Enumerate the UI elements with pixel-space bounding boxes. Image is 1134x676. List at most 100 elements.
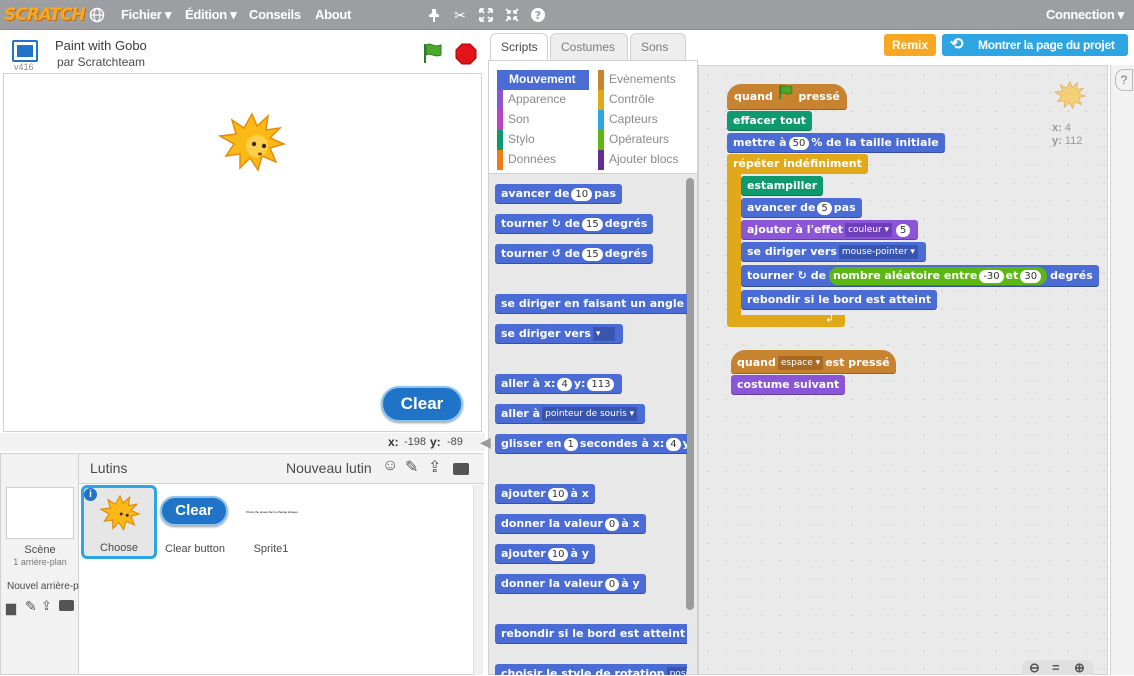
block-move-5[interactable]: avancer de 5 pas: [741, 198, 862, 218]
block-rotation-style[interactable]: choisir le style de rotationposition: [495, 664, 687, 675]
editor-tabs: Scripts Costumes Sons: [488, 33, 688, 61]
tab-sounds[interactable]: Sons: [630, 33, 686, 61]
camera-sprite-icon[interactable]: [453, 463, 469, 475]
block-point-direction[interactable]: se diriger en faisant un angle de: [495, 294, 687, 314]
grow-icon[interactable]: [478, 7, 494, 23]
random-number-reporter[interactable]: nombre aléatoire entre -30 et 30: [829, 267, 1048, 285]
block-glide[interactable]: glisser en1secondes à x:4y:: [495, 434, 687, 454]
tips-icon[interactable]: ?: [1115, 69, 1133, 91]
zoom-reset-icon[interactable]: =: [1052, 660, 1060, 675]
menu-tips[interactable]: Conseils: [249, 0, 301, 30]
sprite-name-clear-button[interactable]: Clear button: [157, 543, 233, 555]
category-events[interactable]: Evènements: [598, 70, 693, 90]
palette-scrollbar[interactable]: [686, 178, 694, 610]
hat-when-flag-clicked[interactable]: quand pressé: [727, 84, 847, 110]
sprites-header: Lutins Nouveau lutin ☺ ✎ ⇪: [79, 454, 484, 484]
stage-thumbnail[interactable]: [6, 487, 74, 539]
block-stamp[interactable]: estampiller: [741, 176, 824, 196]
tab-costumes[interactable]: Costumes: [550, 33, 628, 61]
zoom-controls: ⊖ = ⊕: [1022, 660, 1094, 675]
zoom-in-icon[interactable]: ⊕: [1074, 660, 1085, 676]
block-set-y[interactable]: donner la valeur 0 à y: [495, 574, 646, 594]
mouse-coordinates: x: -198 y: -89: [0, 433, 485, 451]
block-set-x[interactable]: donner la valeur 0 à x: [495, 514, 646, 534]
block-bounce-script[interactable]: rebondir si le bord est atteint: [741, 290, 938, 310]
backdrop-library-icon[interactable]: ▆: [6, 600, 16, 616]
block-bounce[interactable]: rebondir si le bord est atteint: [495, 624, 687, 644]
category-pen[interactable]: Stylo: [497, 130, 589, 150]
sprite-info-x: x: 4: [1052, 122, 1071, 134]
block-change-y[interactable]: ajouter 10 à y: [495, 544, 595, 564]
paint-sprite-icon[interactable]: ✎: [405, 457, 418, 477]
stage-canvas[interactable]: Clear: [3, 73, 482, 432]
block-move-steps[interactable]: avancer de 10 pas: [495, 184, 623, 204]
hat-when-key-pressed[interactable]: quandespaceest pressé: [731, 350, 896, 374]
sprite-info-thumbnail: [1051, 76, 1089, 119]
stage-selector: Scène 1 arrière-plan Nouvel arrière-p ▆ …: [1, 454, 79, 674]
project-author[interactable]: par Scratchteam: [57, 55, 145, 69]
category-operators[interactable]: Opérateurs: [598, 130, 693, 150]
category-control[interactable]: Contrôle: [598, 90, 693, 110]
camera-backdrop-icon[interactable]: [59, 600, 74, 611]
block-point-towards-mouse[interactable]: se diriger vers mouse-pointer: [741, 242, 926, 262]
block-turn-right[interactable]: tourner ↻ de 15 degrés: [495, 214, 654, 234]
sprite-library-icon[interactable]: ☺: [382, 457, 398, 475]
block-change-effect[interactable]: ajouter à l'effetcouleur5: [741, 220, 919, 240]
paint-backdrop-icon[interactable]: ✎: [25, 598, 37, 615]
block-change-x[interactable]: ajouter 10 à x: [495, 484, 595, 504]
shrink-icon[interactable]: [504, 7, 520, 23]
category-motion[interactable]: Mouvement: [497, 70, 589, 90]
menu-file[interactable]: Fichier ▾: [121, 0, 171, 30]
cut-icon[interactable]: ✂: [452, 7, 468, 23]
help-icon[interactable]: ?: [530, 7, 546, 23]
sprite-thumb-choose[interactable]: i Choose: [81, 485, 157, 559]
green-flag-icon[interactable]: [421, 42, 445, 67]
globe-icon[interactable]: [89, 7, 105, 23]
category-looks[interactable]: Apparence: [497, 90, 589, 110]
upload-backdrop-icon[interactable]: ⇪: [41, 598, 52, 614]
stage-clear-button[interactable]: Clear: [381, 386, 463, 422]
gobo-thumbnail: [98, 494, 141, 532]
stop-icon[interactable]: [455, 43, 477, 68]
category-sensing[interactable]: Capteurs: [598, 110, 693, 130]
svg-text:?: ?: [535, 9, 541, 22]
version-label: v416: [14, 62, 34, 72]
block-point-towards[interactable]: se diriger vers: [495, 324, 623, 344]
category-more-blocks[interactable]: Ajouter blocs: [598, 150, 693, 170]
remix-button[interactable]: Remix: [884, 34, 936, 56]
sprite-pane: Scène 1 arrière-plan Nouvel arrière-p ▆ …: [0, 453, 484, 675]
clear-button-thumbnail[interactable]: Clear: [160, 496, 228, 526]
help-sidebar: ?: [1110, 65, 1134, 675]
scene-label: Scène: [24, 544, 56, 556]
upload-sprite-icon[interactable]: ⇪: [428, 457, 441, 477]
scene-backdrop-count: 1 arrière-plan: [13, 557, 67, 567]
duplicate-icon[interactable]: [426, 7, 442, 23]
sprite-name-sprite1[interactable]: Sprite1: [233, 543, 309, 555]
block-go-to[interactable]: aller à pointeur de souris: [495, 404, 646, 424]
category-data[interactable]: Données: [497, 150, 589, 170]
forever-label[interactable]: répéter indéfiniment: [727, 154, 868, 174]
project-title[interactable]: Paint with Gobo: [55, 38, 147, 53]
category-sound[interactable]: Son: [497, 110, 589, 130]
scratch-logo[interactable]: SCRATCH: [4, 3, 86, 27]
block-turn-left[interactable]: tourner ↺ de 15 degrés: [495, 244, 654, 264]
menu-about[interactable]: About: [315, 0, 351, 30]
y-coord-label: y:: [430, 435, 441, 449]
sprite1-thumbnail-text[interactable]: Press the space bar to change shapes: [237, 510, 307, 514]
menu-edit[interactable]: Édition ▾: [185, 0, 237, 30]
tab-scripts[interactable]: Scripts: [490, 33, 548, 61]
block-go-to-xy[interactable]: aller à x: 4 y: 113: [495, 374, 623, 394]
block-categories: Mouvement Apparence Son Stylo Données Ev…: [488, 60, 698, 174]
connection-menu[interactable]: Connection ▾: [1046, 0, 1124, 30]
block-clear[interactable]: effacer tout: [727, 111, 812, 131]
gobo-sprite[interactable]: [212, 104, 292, 187]
zoom-out-icon[interactable]: ⊖: [1029, 660, 1040, 676]
see-project-page-button[interactable]: ⟲ Montrer la page du projet: [942, 34, 1128, 56]
sprite-pane-scrollbar[interactable]: [473, 485, 483, 675]
block-turn-random[interactable]: tourner ↻ de nombre aléatoire entre -30 et 3…: [741, 265, 1099, 287]
fullscreen-icon[interactable]: [12, 40, 38, 62]
block-set-size[interactable]: mettre à 50% de la taille initiale: [727, 133, 945, 153]
block-next-costume[interactable]: costume suivant: [731, 375, 846, 395]
x-coord-label: x:: [388, 435, 399, 449]
collapse-arrow-icon[interactable]: ◀: [480, 434, 491, 451]
